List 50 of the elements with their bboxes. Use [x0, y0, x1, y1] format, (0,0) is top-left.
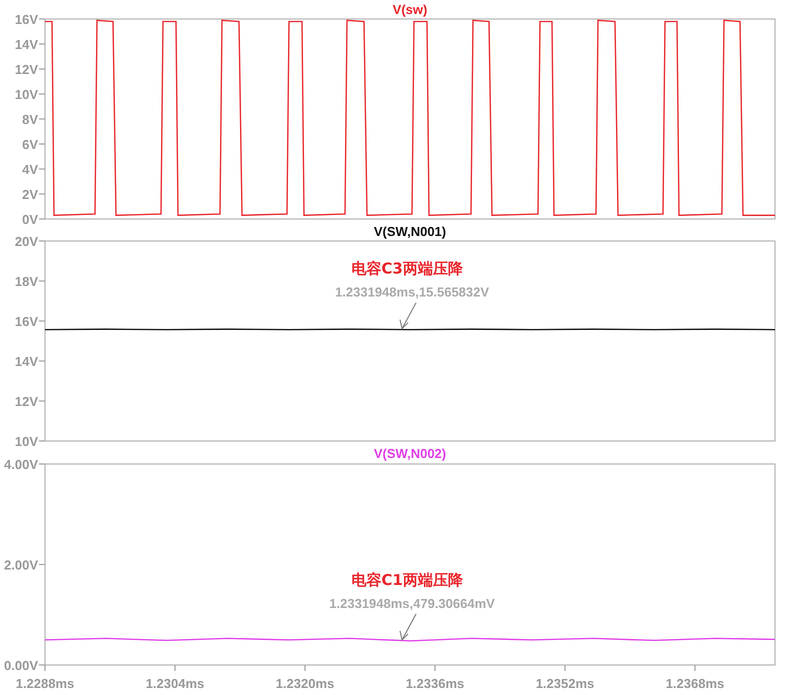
tick-mark	[38, 400, 46, 402]
pointer-arrow	[400, 302, 417, 330]
cursor-readout: 1.2331948ms,479.30664mV	[329, 596, 495, 611]
y-tick-label: 18V	[14, 274, 38, 289]
tick-mark	[38, 68, 46, 70]
tick-mark	[564, 664, 566, 672]
tick-mark	[38, 240, 46, 242]
y-tick-label: 16V	[14, 314, 38, 329]
annotation-label: 电容C1两端压降	[351, 570, 463, 589]
tick-mark	[38, 440, 46, 442]
tick-mark	[38, 320, 46, 322]
x-tick-label: 1.2288ms	[16, 676, 74, 691]
x-tick-label: 1.2320ms	[276, 676, 334, 691]
y-tick-label: 14V	[14, 354, 38, 369]
y-tick-label: 8V	[22, 112, 38, 127]
tick-mark	[38, 118, 46, 120]
y-tick-label: 0.00V	[4, 658, 38, 673]
y-tick-label: 14V	[14, 37, 38, 52]
y-tick-label: 12V	[14, 394, 38, 409]
tick-mark	[38, 280, 46, 282]
y-tick-label: 10V	[14, 87, 38, 102]
chart-title: V(SW,N002)	[374, 446, 446, 461]
chart-title: V(SW,N001)	[374, 224, 446, 239]
tick-mark	[38, 360, 46, 362]
y-tick-label: 10V	[14, 434, 38, 449]
tick-mark	[38, 564, 46, 565]
y-tick-label: 2.00V	[4, 558, 38, 572]
y-tick-label: 16V	[14, 12, 38, 27]
chart-title: V(sw)	[392, 2, 428, 17]
x-tick-label: 1.2352ms	[536, 676, 594, 691]
y-tick-label: 2V	[22, 187, 38, 202]
x-tick-label: 1.2304ms	[146, 676, 204, 691]
tick-mark	[38, 168, 46, 170]
y-tick-label: 20V	[14, 234, 38, 249]
tick-mark	[304, 664, 306, 672]
tick-mark	[38, 218, 46, 220]
cursor-readout: 1.2331948ms,15.565832V	[335, 284, 490, 300]
y-tick-label: 4V	[22, 162, 38, 177]
tick-mark	[38, 18, 46, 20]
x-tick-label: 1.2368ms	[666, 676, 724, 691]
y-tick-label: 6V	[22, 137, 38, 152]
x-tick-label: 1.2336ms	[406, 676, 464, 691]
tick-mark	[174, 664, 176, 672]
tick-mark	[434, 664, 436, 672]
y-tick-label: 0V	[22, 212, 38, 227]
tick-mark	[694, 664, 696, 672]
y-tick-label: 4.00V	[4, 457, 38, 472]
pointer-arrow	[400, 613, 417, 641]
annotation-label: 电容C3两端压降	[351, 260, 463, 278]
y-tick-label: 12V	[14, 62, 38, 77]
